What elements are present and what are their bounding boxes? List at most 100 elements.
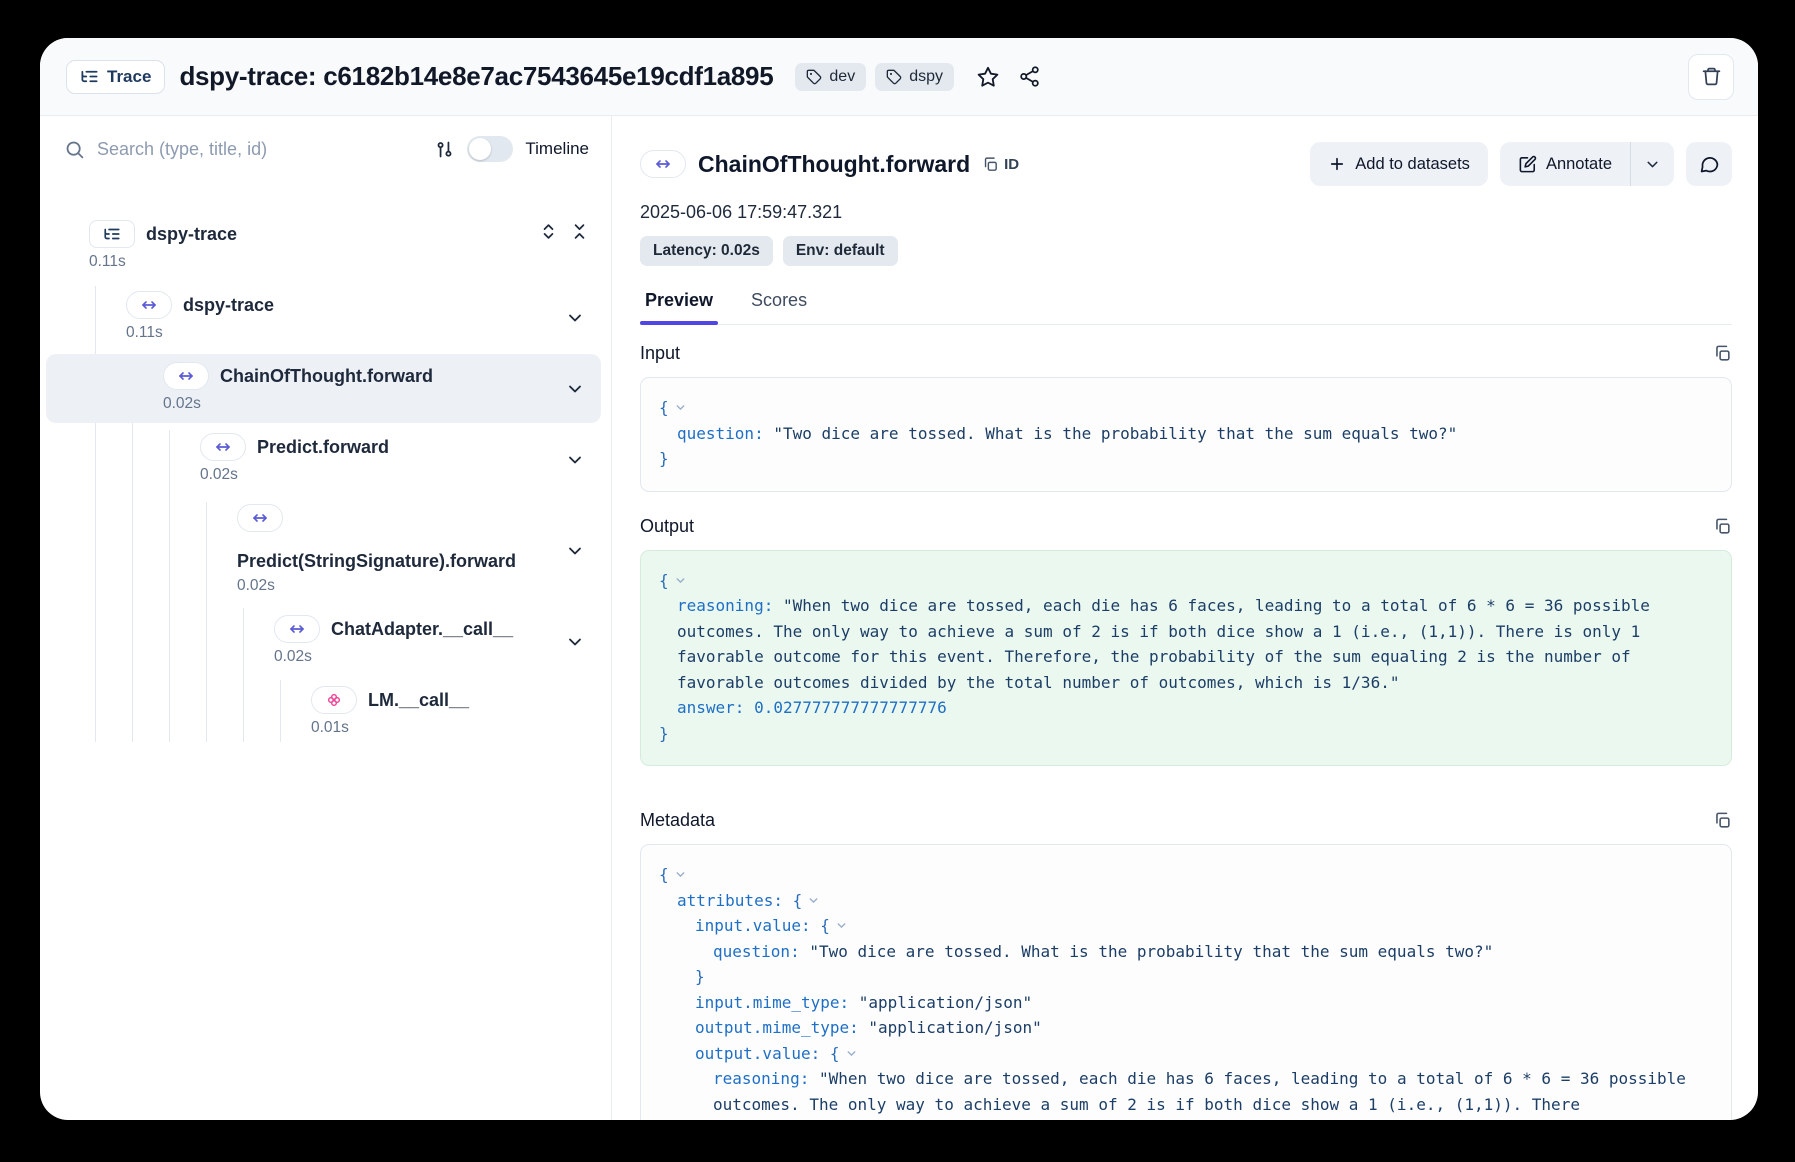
input-json-viewer: { question: "Two dice are tossed. What is… [640,377,1732,492]
edit-pencil-icon [1518,155,1537,174]
tree-node-duration: 0.11s [126,324,555,342]
trash-icon [1701,66,1722,87]
tag-dspy[interactable]: dspy [875,63,954,91]
tag-dev[interactable]: dev [795,63,866,91]
json-collapse-chevron-icon[interactable] [674,395,687,421]
favorite-star-icon[interactable] [976,65,1000,89]
span-icon [163,362,209,390]
json-line: input.value: { [659,913,1713,939]
metadata-json-viewer: {attributes: {input.value: {question: "T… [640,844,1732,1120]
tree-node-lm-call[interactable]: LM.__call__ 0.01s [46,678,601,747]
json-collapse-chevron-icon[interactable] [674,568,687,594]
tree-node-chainofthought-forward[interactable]: ChainOfThought.forward 0.02s [46,354,601,423]
tab-scores[interactable]: Scores [746,286,812,324]
json-value: "When two dice are tossed, each die has … [713,1069,1696,1114]
tree-node-root-trace[interactable]: dspy-trace 0.11s [46,212,601,281]
collapse-all-icon[interactable] [570,222,589,241]
json-line: input.mime_type: "application/json" [659,990,1713,1016]
tree-node-chatadapter-call[interactable]: ChatAdapter.__call__ 0.02s [46,607,601,676]
search-icon [64,139,85,160]
json-value: 0.027777777777777776 [754,698,947,717]
json-line: question: "Two dice are tossed. What is … [659,939,1713,965]
span-icon [237,504,283,532]
json-key: reasoning: [713,1069,819,1088]
copy-icon [982,156,999,173]
json-key: input.value: [695,916,820,935]
latency-badge: Latency: 0.02s [640,236,773,266]
tag-icon [886,69,902,85]
generation-icon [311,686,357,714]
json-key: reasoning: [677,596,783,615]
annotate-split-button: Annotate [1500,142,1674,186]
span-timestamp: 2025-06-06 17:59:47.321 [640,202,1732,223]
copy-id-button[interactable]: ID [982,156,1019,173]
timeline-toggle[interactable] [467,136,513,162]
tree-node-dspy-trace-span[interactable]: dspy-trace 0.11s [46,283,601,352]
json-close-brace: } [659,724,669,743]
filters-icon[interactable] [434,139,455,160]
json-open-brace: { [830,1044,840,1063]
trace-badge-label: Trace [107,67,151,87]
annotate-dropdown-chevron[interactable] [1630,142,1674,186]
json-close-brace: } [659,449,669,468]
annotate-button[interactable]: Annotate [1500,142,1630,186]
chevron-down-icon[interactable] [565,632,585,652]
chevron-down-icon[interactable] [565,541,585,561]
copy-input-icon[interactable] [1713,344,1732,363]
add-to-datasets-button[interactable]: Add to datasets [1310,142,1488,186]
tree-node-duration: 0.02s [200,466,555,484]
json-line: reasoning: "When two dice are tossed, ea… [659,593,1713,695]
tree-node-predict-forward[interactable]: Predict.forward 0.02s [46,425,601,494]
json-line: } [659,964,1713,990]
json-line: question: "Two dice are tossed. What is … [659,421,1713,447]
delete-trace-button[interactable] [1688,54,1734,100]
tag-icon [806,69,822,85]
chevron-down-icon[interactable] [565,379,585,399]
plus-icon [1328,155,1346,173]
span-detail-panel: ChainOfThought.forward ID Add to dataset… [612,116,1758,1120]
json-open-brace: { [659,398,669,417]
json-collapse-chevron-icon[interactable] [835,913,848,939]
json-collapse-chevron-icon[interactable] [674,862,687,888]
json-line: { [659,568,1713,594]
tree-node-label: Predict.forward [257,437,389,458]
json-line: } [659,446,1713,472]
trace-tree-sidebar: Timeline dspy-trace [40,116,612,1120]
json-line: output.value: { [659,1041,1713,1067]
detail-tabs: Preview Scores [640,286,1732,325]
json-collapse-chevron-icon[interactable] [845,1041,858,1067]
json-line: } [659,721,1713,747]
annotate-label: Annotate [1546,155,1612,174]
search-input[interactable] [97,139,422,160]
tag-list: dev dspy [795,63,954,91]
copy-metadata-icon[interactable] [1713,811,1732,830]
add-to-datasets-label: Add to datasets [1355,155,1470,174]
json-open-brace: { [793,891,803,910]
json-line: answer: 0.027777777777777776 [659,695,1713,721]
output-section-title: Output [640,516,694,537]
json-collapse-chevron-icon[interactable] [807,888,820,914]
id-label: ID [1004,156,1019,173]
tree-node-label: ChatAdapter.__call__ [331,619,513,640]
tab-preview[interactable]: Preview [640,286,718,324]
tree-node-predict-stringsignature-forward[interactable]: Predict(StringSignature).forward 0.02s [46,496,601,605]
chevron-down-icon[interactable] [565,450,585,470]
tree-search-row: Timeline [40,116,611,182]
preview-scroll-area[interactable]: Input {question: "Two dice are tossed. W… [640,325,1732,1120]
expand-all-icon[interactable] [539,222,558,241]
list-tree-icon [80,67,99,86]
comments-button[interactable] [1686,142,1732,186]
span-title: ChainOfThought.forward [698,151,970,178]
copy-output-icon[interactable] [1713,517,1732,536]
json-value: "Two dice are tossed. What is the probab… [809,942,1493,961]
tree-node-duration: 0.02s [163,395,555,413]
span-icon [274,615,320,643]
chevron-down-icon[interactable] [565,308,585,328]
json-value: "Two dice are tossed. What is the probab… [773,424,1457,443]
span-icon [126,291,172,319]
json-key: output.mime_type: [695,1018,868,1037]
json-line: { [659,395,1713,421]
trace-detail-window: Trace dspy-trace: c6182b14e8e7ac7543645e… [40,38,1758,1120]
tree-node-label: ChainOfThought.forward [220,366,433,387]
share-icon[interactable] [1018,65,1041,88]
